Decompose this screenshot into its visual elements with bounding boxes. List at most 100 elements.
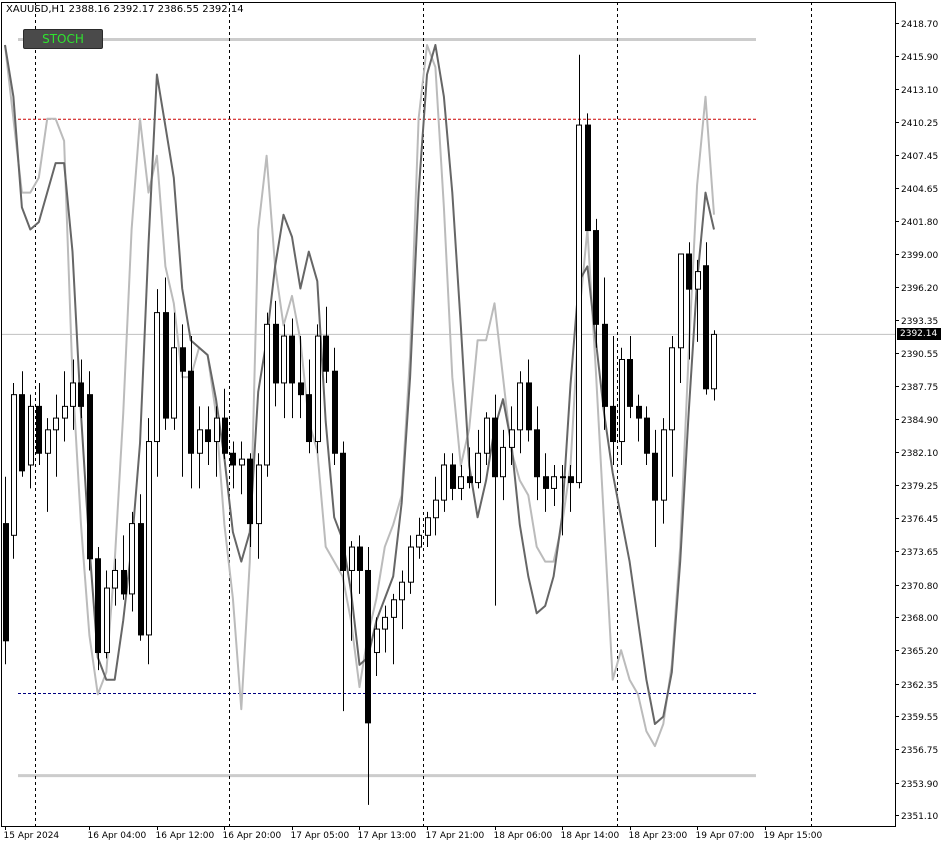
candle-body	[62, 405, 68, 419]
candle-body	[3, 523, 9, 642]
y-tick-label: 2418.70	[901, 20, 938, 30]
candle-body	[264, 323, 270, 466]
x-tick-label: 17 Apr 13:00	[358, 831, 417, 841]
candle-body	[315, 335, 321, 443]
candle-body	[129, 523, 135, 595]
candle-body	[602, 323, 608, 407]
x-tick-label: 16 Apr 04:00	[88, 831, 147, 841]
y-tick-label: 2365.20	[901, 647, 938, 657]
candle-body	[323, 335, 329, 372]
candle-body	[711, 333, 717, 390]
candle-body	[36, 405, 42, 454]
y-tick-label: 2353.90	[901, 780, 938, 790]
candle-body	[112, 569, 118, 589]
candle-body	[230, 452, 236, 466]
price-chart-window[interactable]: 2418.70 2415.90 2413.10 2410.25 2407.45 2404.…	[0, 0, 942, 846]
candle-body	[441, 464, 447, 501]
candle-body	[357, 546, 363, 571]
bull-candle[interactable]	[146, 418, 152, 665]
candle-body	[652, 452, 658, 501]
y-tick-label: 2415.90	[901, 53, 938, 63]
y-tick-label: 2379.25	[901, 482, 938, 492]
candle-body	[416, 534, 422, 548]
current-price-label: 2392.14	[897, 328, 941, 341]
candle-body	[171, 347, 177, 419]
y-tick-label: 2407.45	[901, 152, 938, 162]
candle-body	[526, 382, 532, 431]
candle-body	[188, 370, 194, 454]
candle-body	[425, 517, 431, 536]
y-tick-label: 2351.10	[901, 812, 938, 822]
y-tick-label: 2387.75	[901, 383, 938, 393]
candle-body	[332, 370, 338, 454]
x-tick-label: 17 Apr 05:00	[291, 831, 350, 841]
bear-candle[interactable]	[585, 113, 591, 232]
candle-body	[11, 394, 17, 536]
candle-body	[19, 394, 25, 472]
candle-body	[374, 628, 380, 654]
y-tick-label: 2401.80	[901, 218, 938, 228]
x-tick-label: 15 Apr 2024	[4, 831, 60, 841]
candle-body	[509, 429, 515, 448]
candle-body	[576, 124, 582, 484]
chart-canvas[interactable]: 2418.70 2415.90 2413.10 2410.25 2407.45 2404.…	[0, 0, 942, 846]
candle-body	[408, 546, 414, 583]
candle-body	[214, 417, 220, 443]
y-tick-label: 2359.55	[901, 713, 938, 723]
candle-body	[95, 558, 101, 654]
candle-body	[703, 265, 709, 390]
y-tick-label: 2373.65	[901, 548, 938, 558]
x-tick-label: 16 Apr 20:00	[223, 831, 282, 841]
candle-body	[644, 417, 650, 454]
candle-body	[289, 335, 295, 384]
candle-body	[70, 382, 76, 407]
candle-body	[636, 405, 642, 419]
y-tick-label: 2413.10	[901, 86, 938, 96]
candle-body	[517, 382, 523, 431]
y-tick-label: 2370.80	[901, 582, 938, 592]
candle-body	[247, 458, 253, 525]
candle-body	[239, 458, 245, 466]
y-tick-label: 2368.00	[901, 614, 938, 624]
candle-body	[475, 452, 481, 484]
candle-body	[534, 429, 540, 478]
y-tick-label: 2376.45	[901, 515, 938, 525]
candle-body	[627, 358, 633, 407]
stoch-indicator-button[interactable]: STOCH	[23, 29, 103, 49]
candle-body	[382, 616, 388, 630]
candle-body	[138, 523, 144, 636]
y-tick-label: 2393.35	[901, 317, 938, 327]
bull-candle[interactable]	[264, 312, 270, 477]
candle-body	[298, 382, 304, 396]
candle-body	[365, 569, 371, 724]
candle-body	[222, 417, 228, 454]
candle-body	[593, 230, 599, 325]
candle-body	[695, 271, 701, 290]
x-tick-label: 17 Apr 21:00	[426, 831, 485, 841]
candle-body	[281, 335, 287, 384]
candle-body	[484, 417, 490, 454]
x-tick-label: 18 Apr 23:00	[629, 831, 688, 841]
bull-candle[interactable]	[315, 324, 321, 454]
candle-body	[610, 405, 616, 443]
candle-body	[146, 441, 152, 636]
candle-body	[492, 417, 498, 478]
y-tick-label: 2390.55	[901, 350, 938, 360]
candle-body	[568, 476, 574, 484]
candle-body	[154, 312, 160, 443]
bear-candle[interactable]	[87, 371, 93, 571]
x-tick-label: 18 Apr 06:00	[494, 831, 553, 841]
candle-body	[78, 382, 84, 407]
candle-body	[104, 587, 110, 654]
x-tick-label: 19 Apr 15:00	[764, 831, 823, 841]
candle-body	[669, 347, 675, 431]
y-tick-label: 2384.90	[901, 416, 938, 426]
bull-candle[interactable]	[11, 382, 17, 559]
candle-body	[256, 464, 262, 525]
candle-body	[619, 358, 625, 443]
bear-candle[interactable]	[95, 547, 101, 671]
candle-body	[543, 476, 549, 489]
candle-body	[551, 476, 557, 489]
candle-body	[399, 581, 405, 601]
x-tick-label: 18 Apr 14:00	[561, 831, 620, 841]
